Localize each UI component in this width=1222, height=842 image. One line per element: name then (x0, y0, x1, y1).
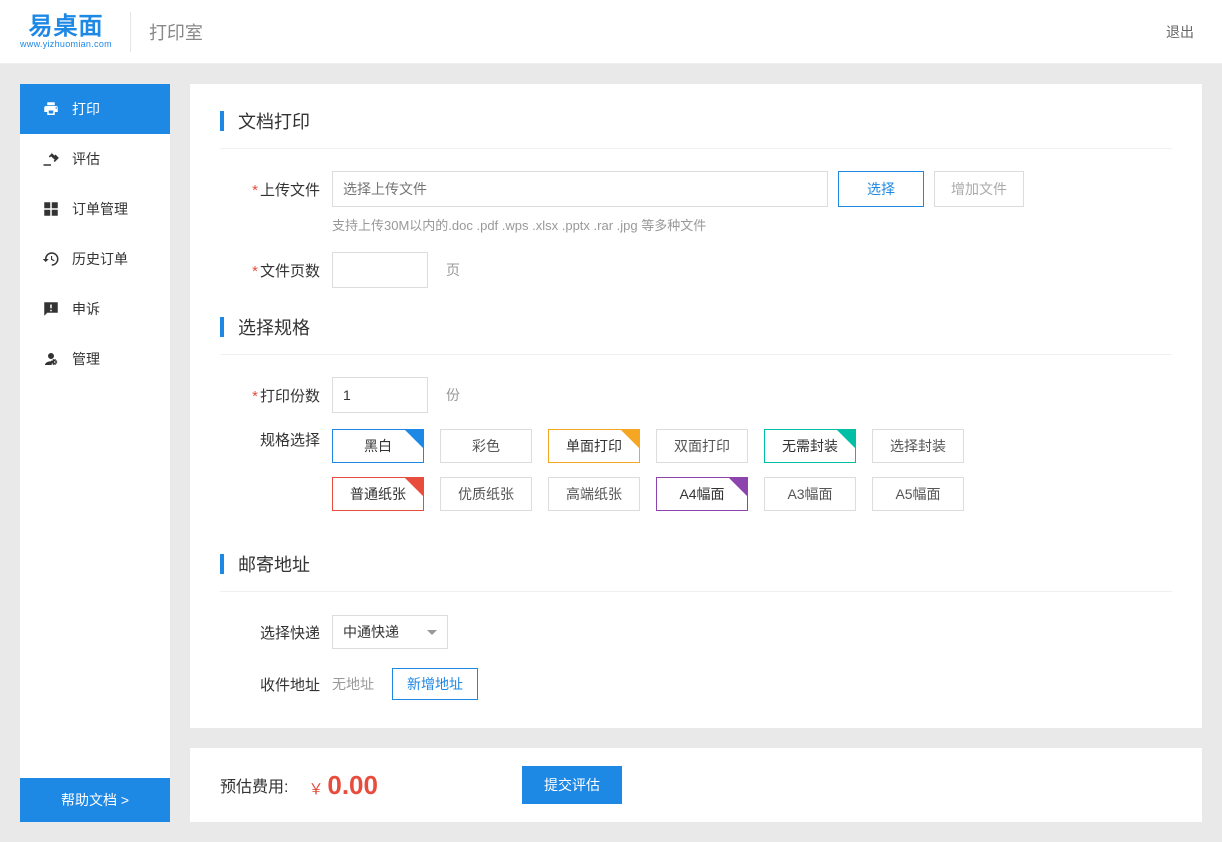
help-docs-button[interactable]: 帮助文档 > (20, 778, 170, 822)
section-spec: 选择规格 打印份数 份 规格选择 黑白 彩色 单面打印 (220, 314, 1172, 525)
upload-hint: 支持上传30M以内的.doc .pdf .wps .xlsx .pptx .ra… (332, 215, 1172, 234)
brand-url: www.yizhuomian.com (20, 39, 112, 49)
label-copies: 打印份数 (220, 385, 332, 406)
spec-opt-paper-hq[interactable]: 优质纸张 (440, 477, 532, 511)
sidebar-item-orders[interactable]: 订单管理 (20, 184, 170, 234)
sidebar-item-label: 评估 (72, 149, 100, 169)
section-title-spec: 选择规格 (220, 314, 1172, 355)
logout-link[interactable]: 退出 (1158, 18, 1202, 46)
spec-opt-a4[interactable]: A4幅面 (656, 477, 748, 511)
history-icon (42, 250, 60, 268)
page-title: 打印室 (149, 19, 203, 45)
spec-opt-a5[interactable]: A5幅面 (872, 477, 964, 511)
section-title-ship: 邮寄地址 (220, 551, 1172, 592)
spec-opt-bw[interactable]: 黑白 (332, 429, 424, 463)
sidebar-item-label: 管理 (72, 349, 100, 369)
spec-opt-single[interactable]: 单面打印 (548, 429, 640, 463)
copies-unit: 份 (446, 385, 460, 405)
sidebar-item-label: 打印 (72, 99, 100, 119)
spec-opt-no-bind[interactable]: 无需封装 (764, 429, 856, 463)
no-address-text: 无地址 (332, 674, 374, 694)
sidebar-item-appeal[interactable]: 申诉 (20, 284, 170, 334)
footer-bar: 预估费用: ￥ 0.00 提交评估 (190, 728, 1202, 822)
sidebar-item-history[interactable]: 历史订单 (20, 234, 170, 284)
spec-opt-paper-top[interactable]: 高端纸张 (548, 477, 640, 511)
cost-value: 0.00 (327, 770, 378, 800)
grid-icon (42, 200, 60, 218)
spec-opt-bind[interactable]: 选择封装 (872, 429, 964, 463)
brand-logo: 易桌面 www.yizhuomian.com (20, 12, 131, 52)
spec-opt-color[interactable]: 彩色 (440, 429, 532, 463)
sidebar: 打印 评估 订单管理 历史订单 申诉 (20, 84, 170, 822)
section-document-print: 文档打印 上传文件 选择 增加文件 支持上传30M以内的.doc .pdf .w… (220, 108, 1172, 288)
submit-evaluate-button[interactable]: 提交评估 (522, 766, 622, 804)
sidebar-item-label: 申诉 (72, 299, 100, 319)
main-panel: 文档打印 上传文件 选择 增加文件 支持上传30M以内的.doc .pdf .w… (190, 84, 1202, 728)
copies-input[interactable] (332, 377, 428, 413)
sidebar-item-label: 订单管理 (72, 199, 128, 219)
printer-icon (42, 100, 60, 118)
cost-label: 预估费用: (220, 773, 288, 797)
chevron-down-icon (427, 630, 437, 635)
label-page-count: 文件页数 (220, 260, 332, 281)
sidebar-item-label: 历史订单 (72, 249, 128, 269)
spec-opt-paper-std[interactable]: 普通纸张 (332, 477, 424, 511)
label-spec-select: 规格选择 (220, 429, 332, 450)
label-address: 收件地址 (220, 674, 332, 695)
cost-currency: ￥ (308, 781, 323, 798)
sidebar-item-evaluate[interactable]: 评估 (20, 134, 170, 184)
app-header: 易桌面 www.yizhuomian.com 打印室 退出 (0, 0, 1222, 64)
label-courier: 选择快递 (220, 622, 332, 643)
courier-select[interactable]: 中通快递 (332, 615, 448, 649)
spec-opt-double[interactable]: 双面打印 (656, 429, 748, 463)
courier-selected-value: 中通快递 (343, 622, 399, 642)
sidebar-item-print[interactable]: 打印 (20, 84, 170, 134)
sidebar-item-admin[interactable]: 管理 (20, 334, 170, 384)
add-address-button[interactable]: 新增地址 (392, 668, 478, 700)
alert-icon (42, 300, 60, 318)
add-file-button[interactable]: 增加文件 (934, 171, 1024, 207)
gavel-icon (42, 150, 60, 168)
page-count-input[interactable] (332, 252, 428, 288)
choose-file-button[interactable]: 选择 (838, 171, 924, 207)
section-title-doc: 文档打印 (220, 108, 1172, 149)
spec-opt-a3[interactable]: A3幅面 (764, 477, 856, 511)
section-shipping: 邮寄地址 选择快递 中通快递 收件地址 无地址 新增地址 (220, 551, 1172, 702)
pages-unit: 页 (446, 260, 460, 280)
brand-name: 易桌面 (28, 15, 103, 39)
user-gear-icon (42, 350, 60, 368)
label-upload-file: 上传文件 (220, 179, 332, 200)
upload-file-display[interactable] (332, 171, 828, 207)
